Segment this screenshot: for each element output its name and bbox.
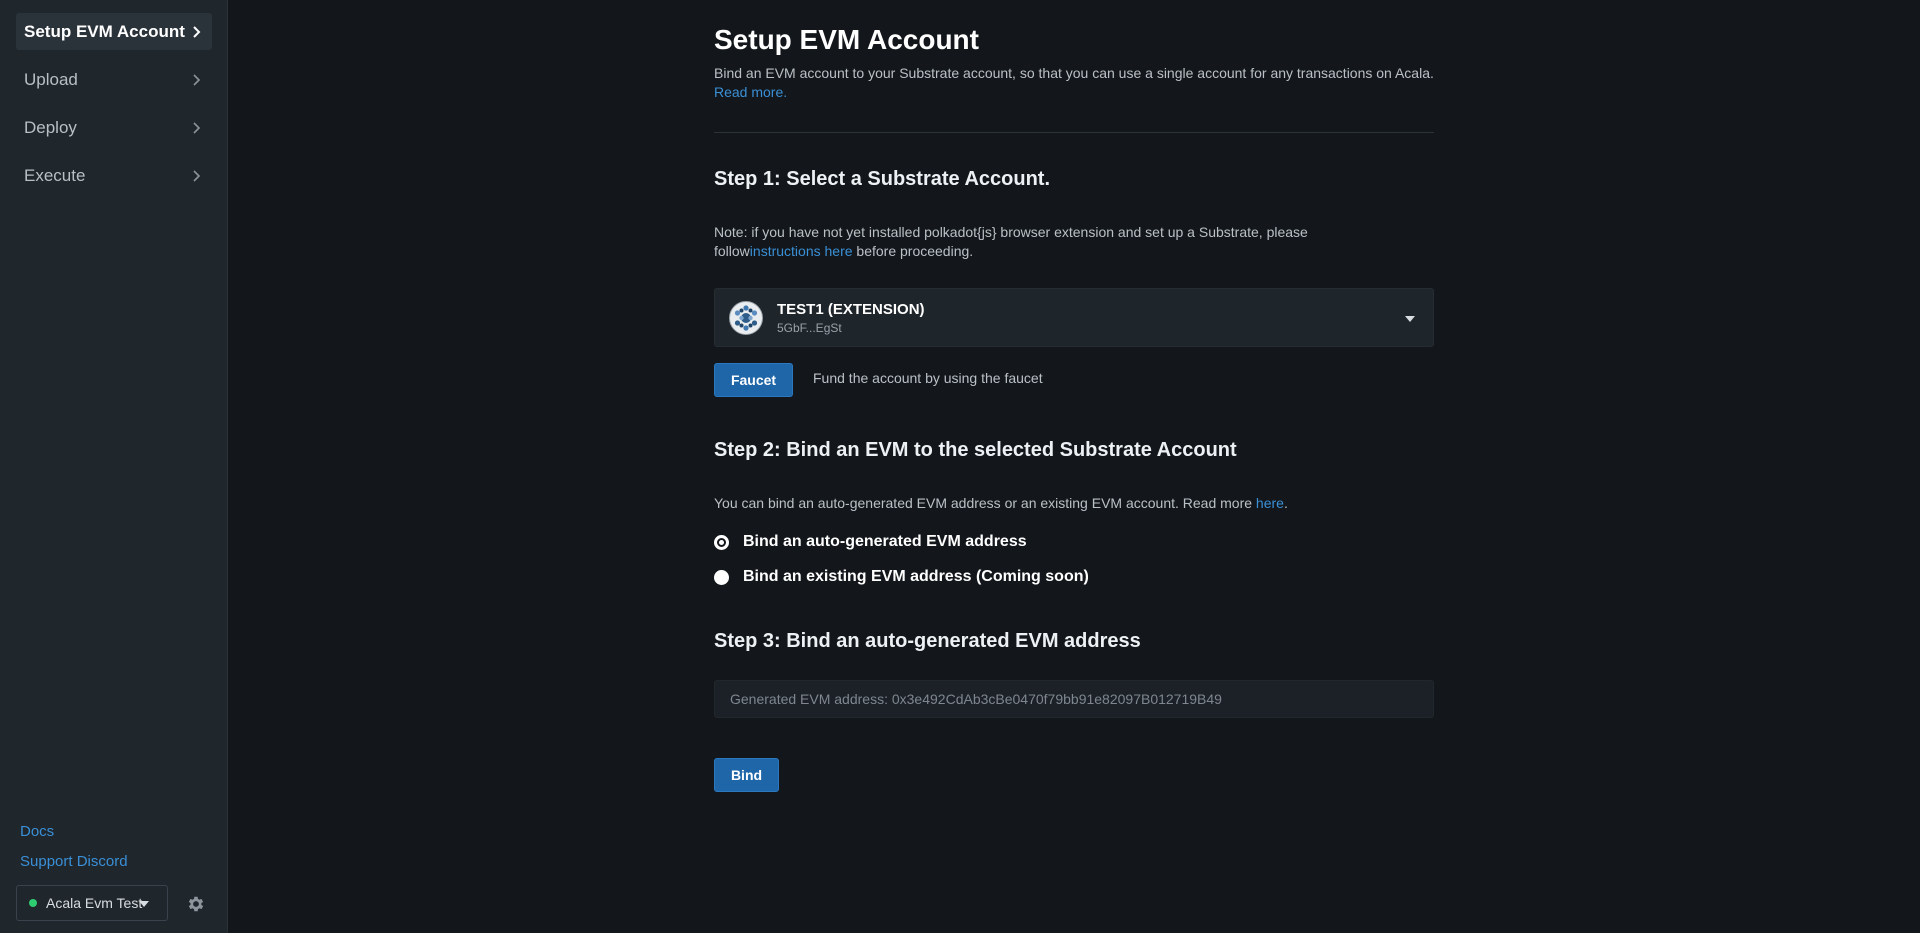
step2-heading: Step 2: Bind an EVM to the selected Subs… xyxy=(714,439,1237,461)
docs-link[interactable]: Docs xyxy=(20,823,54,840)
faucet-description: Fund the account by using the faucet xyxy=(813,370,1043,386)
support-discord-link[interactable]: Support Discord xyxy=(20,853,128,870)
page-title: Setup EVM Account xyxy=(714,24,979,55)
chevron-right-icon xyxy=(188,72,204,88)
step1-note-suffix: before proceeding. xyxy=(852,243,974,259)
account-name: TEST1 (EXTENSION) xyxy=(777,301,925,318)
sidebar-item-execute[interactable]: Execute xyxy=(16,157,212,194)
chevron-down-icon xyxy=(139,901,149,907)
radio-button-checked[interactable] xyxy=(714,534,729,550)
radio-existing[interactable]: Bind an existing EVM address (Coming soo… xyxy=(714,568,1089,586)
radio-auto-generated[interactable]: Bind an auto-generated EVM address xyxy=(714,533,1027,551)
sidebar-item-setup-evm-account[interactable]: Setup EVM Account xyxy=(16,13,212,50)
faucet-button[interactable]: Faucet xyxy=(714,363,793,397)
account-address: 5GbF...EgSt xyxy=(777,321,842,335)
account-identicon xyxy=(729,301,763,335)
network-select[interactable]: Acala Evm Test xyxy=(16,885,168,921)
substrate-account-select[interactable]: TEST1 (EXTENSION) 5GbF...EgSt xyxy=(714,288,1434,347)
intro-text: Bind an EVM account to your Substrate ac… xyxy=(714,65,1434,81)
read-more-here-link[interactable]: here xyxy=(1256,495,1284,511)
bind-button[interactable]: Bind xyxy=(714,758,779,792)
step1-heading: Step 1: Select a Substrate Account. xyxy=(714,168,1051,190)
chevron-down-icon xyxy=(1405,316,1415,322)
step2-note-text: You can bind an auto-generated EVM addre… xyxy=(714,495,1256,511)
radio-label: Bind an auto-generated EVM address xyxy=(743,533,1027,550)
gear-icon[interactable] xyxy=(186,894,206,914)
read-more-link[interactable]: Read more. xyxy=(714,84,787,100)
step2-note: You can bind an auto-generated EVM addre… xyxy=(714,494,1434,513)
sidebar-item-label: Deploy xyxy=(24,117,77,137)
chevron-right-icon xyxy=(188,120,204,136)
radio-button[interactable] xyxy=(714,569,729,585)
generated-evm-address-field: Generated EVM address: 0x3e492CdAb3cBe04… xyxy=(714,680,1434,718)
instructions-link[interactable]: instructions here xyxy=(750,243,853,259)
sidebar-item-deploy[interactable]: Deploy xyxy=(16,109,212,146)
network-status-dot xyxy=(29,899,37,907)
sidebar-item-label: Execute xyxy=(24,165,86,185)
step3-heading: Step 3: Bind an auto-generated EVM addre… xyxy=(714,630,1141,652)
chevron-right-icon xyxy=(188,24,204,40)
network-label: Acala Evm Test xyxy=(46,895,143,911)
divider xyxy=(714,132,1434,133)
sidebar-item-label: Setup EVM Account xyxy=(24,21,185,41)
sidebar-item-upload[interactable]: Upload xyxy=(16,61,212,98)
sidebar: Setup EVM Account Upload Deploy Execute … xyxy=(0,0,228,933)
step2-note-suffix: . xyxy=(1283,495,1288,511)
page-intro: Bind an EVM account to your Substrate ac… xyxy=(714,64,1434,102)
step1-note: Note: if you have not yet installed polk… xyxy=(714,223,1374,261)
chevron-right-icon xyxy=(188,168,204,184)
radio-label: Bind an existing EVM address (Coming soo… xyxy=(743,568,1089,585)
sidebar-item-label: Upload xyxy=(24,69,78,89)
